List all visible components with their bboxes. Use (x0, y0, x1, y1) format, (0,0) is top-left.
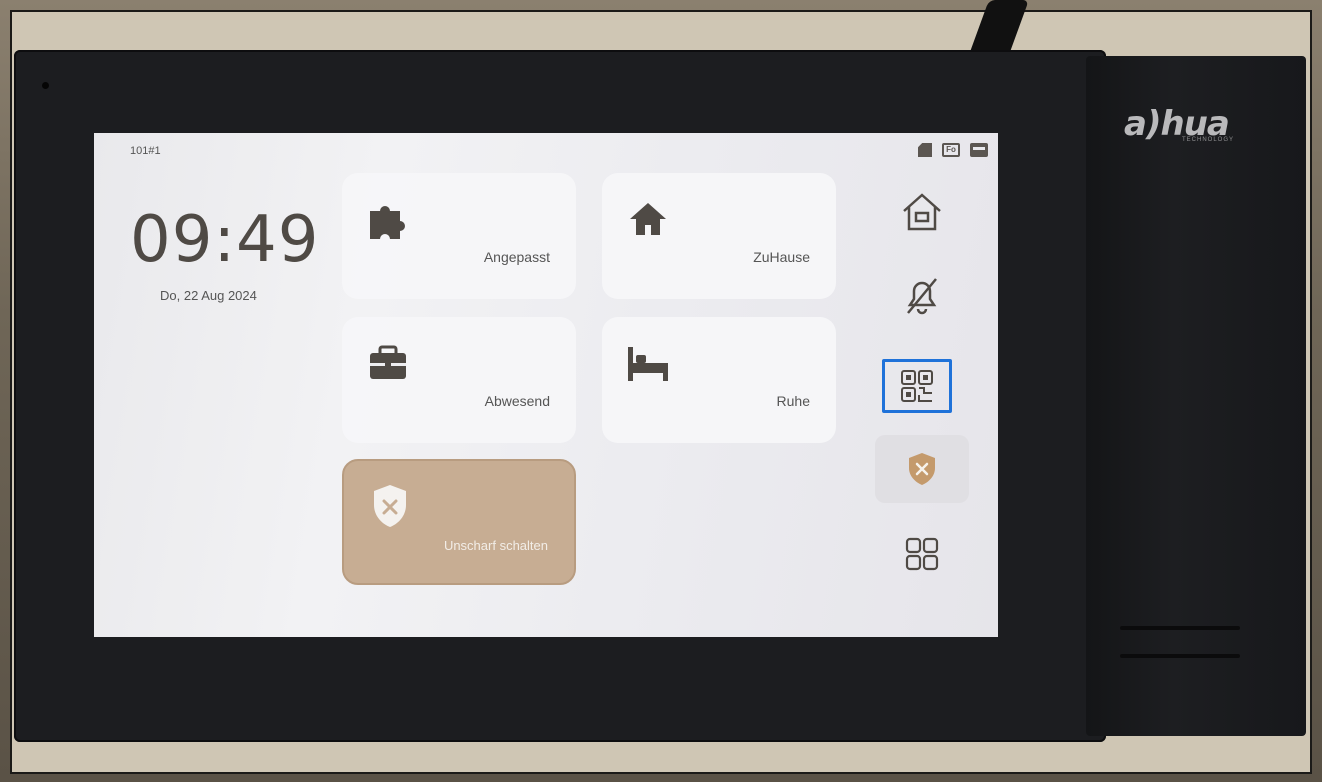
disarm-label: Unscharf schalten (443, 538, 548, 553)
sidebar-home-button[interactable] (876, 179, 968, 245)
touch-screen: 101#1 Fo 09:49 Do, 22 Aug 2024 Angepasst… (94, 133, 998, 637)
home-icon (630, 203, 666, 235)
camera-lens (42, 82, 49, 89)
mode-label: Ruhe (776, 393, 810, 409)
sd-card-icon (918, 143, 932, 157)
bell-off-icon (907, 278, 937, 315)
mode-label: Angepasst (483, 249, 550, 265)
shield-x-icon (909, 453, 935, 485)
network-icon: Fo (942, 143, 960, 157)
home-outline-icon (903, 193, 941, 231)
device-side-panel (1086, 56, 1306, 736)
sidebar-disarm-button[interactable] (875, 435, 969, 503)
clock-date: Do, 22 Aug 2024 (160, 288, 257, 303)
mode-tile-custom[interactable]: Angepasst (342, 173, 576, 299)
mode-tile-home[interactable]: ZuHause (602, 173, 836, 299)
puzzle-icon (370, 206, 405, 239)
mode-tile-sleep[interactable]: Ruhe (602, 317, 836, 443)
mode-label: Abwesend (484, 393, 550, 409)
shield-x-icon (374, 485, 406, 527)
disarm-button[interactable]: Unscharf schalten (342, 459, 576, 585)
sidebar-qr-button[interactable] (882, 359, 952, 413)
apps-grid-icon (905, 537, 939, 571)
speaker-slot (1120, 654, 1240, 658)
clock-time: 09:49 (130, 203, 320, 277)
sidebar-apps-button[interactable] (876, 521, 968, 587)
device-status-icon (970, 143, 988, 157)
sidebar-mute-button[interactable] (876, 263, 968, 329)
briefcase-icon (370, 345, 406, 379)
mode-label: ZuHause (753, 249, 810, 265)
mode-tile-away[interactable]: Abwesend (342, 317, 576, 443)
speaker-slot (1120, 626, 1240, 630)
bed-icon (628, 347, 668, 381)
brand-subtitle: TECHNOLOGY (1182, 137, 1235, 143)
status-bar-icons: Fo (918, 143, 988, 157)
qr-code-icon (901, 370, 933, 402)
room-id: 101#1 (130, 145, 161, 157)
